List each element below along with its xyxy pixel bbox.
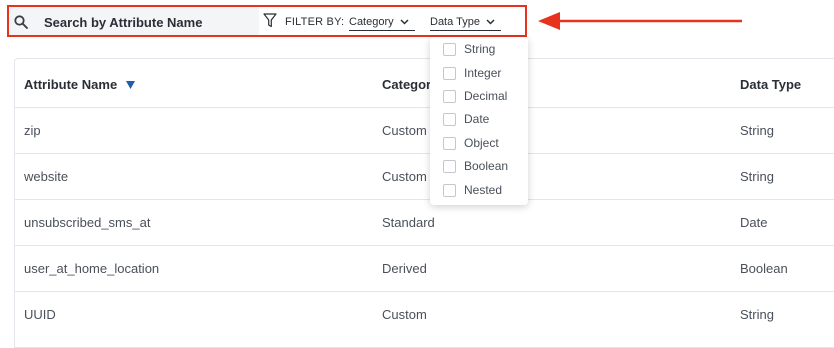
row-divider <box>15 153 834 154</box>
data-type-dropdown-menu: String Integer Decimal Date Object Boole… <box>430 37 528 205</box>
table-cell-data-type: Boolean <box>740 261 788 276</box>
checkbox[interactable] <box>443 66 456 80</box>
table-cell-category: Custom <box>382 169 427 184</box>
table-cell-attribute-name[interactable]: unsubscribed_sms_at <box>24 215 150 230</box>
table-cell-attribute-name[interactable]: zip <box>24 123 41 138</box>
checkbox[interactable] <box>443 112 456 126</box>
column-header-attribute-name[interactable]: Attribute Name <box>24 77 135 92</box>
row-divider <box>15 291 834 292</box>
table-cell-data-type: String <box>740 307 774 322</box>
table-cell-attribute-name[interactable]: UUID <box>24 307 56 322</box>
table-cell-data-type: String <box>740 169 774 184</box>
table-cell-attribute-name[interactable]: user_at_home_location <box>24 261 159 276</box>
menu-option-date[interactable]: Date <box>430 108 528 130</box>
annotation-arrow-icon <box>538 12 742 30</box>
menu-option-object[interactable]: Object <box>430 132 528 154</box>
table-cell-category: Custom <box>382 123 427 138</box>
menu-option-decimal[interactable]: Decimal <box>430 85 528 107</box>
table-cell-category: Derived <box>382 261 427 276</box>
menu-option-boolean[interactable]: Boolean <box>430 155 528 177</box>
column-header-data-type[interactable]: Data Type <box>740 77 801 92</box>
checkbox[interactable] <box>443 42 456 56</box>
checkbox[interactable] <box>443 159 456 173</box>
row-divider <box>15 245 834 246</box>
sort-desc-icon[interactable] <box>125 81 135 89</box>
menu-option-nested[interactable]: Nested <box>430 179 528 201</box>
menu-option-string[interactable]: String <box>430 38 528 60</box>
table-cell-category: Standard <box>382 215 435 230</box>
checkbox[interactable] <box>443 183 456 197</box>
checkbox[interactable] <box>443 136 456 150</box>
table-cell-data-type: String <box>740 123 774 138</box>
menu-option-integer[interactable]: Integer <box>430 62 528 84</box>
checkbox[interactable] <box>443 89 456 103</box>
table-cell-data-type: Date <box>740 215 768 230</box>
annotation-highlight-box <box>7 5 527 37</box>
table-cell-attribute-name[interactable]: website <box>24 169 68 184</box>
row-divider <box>15 107 834 108</box>
table-cell-category: Custom <box>382 307 427 322</box>
attributes-table <box>14 58 834 348</box>
row-divider <box>15 199 834 200</box>
